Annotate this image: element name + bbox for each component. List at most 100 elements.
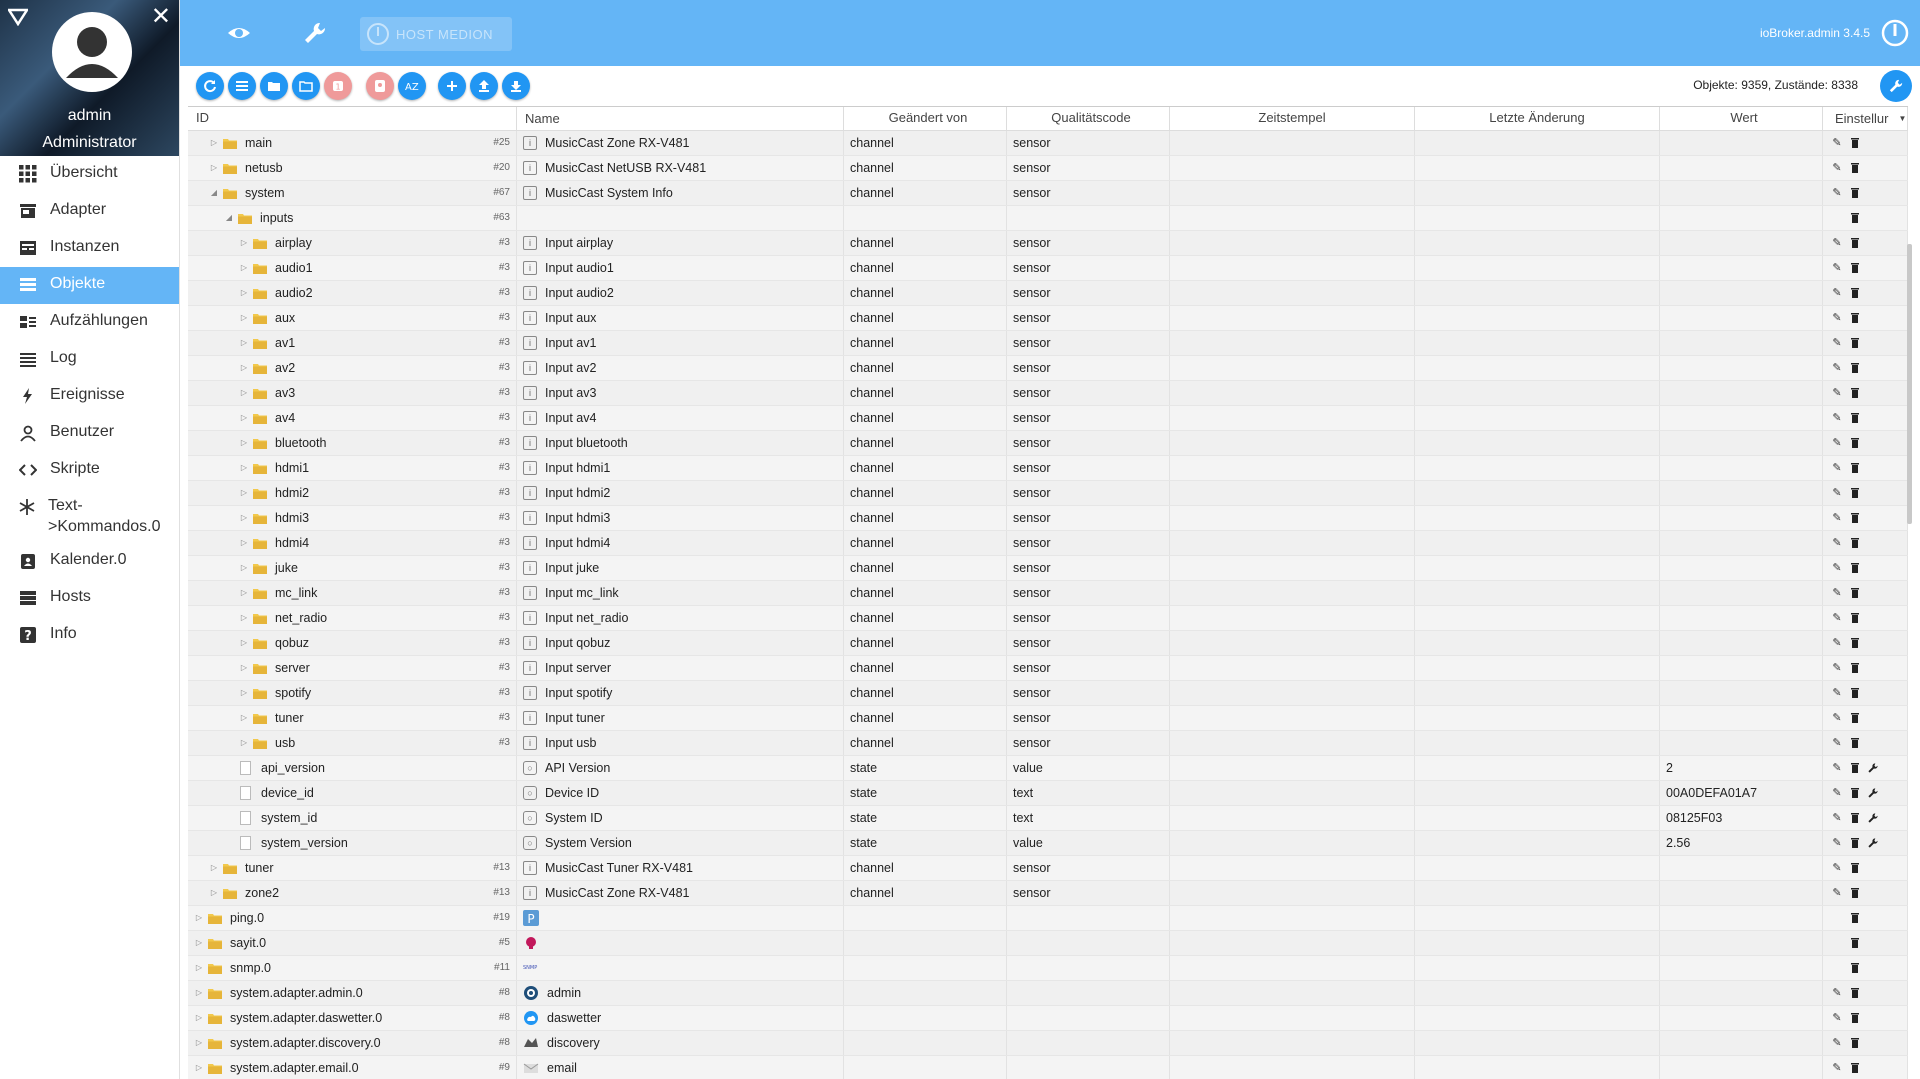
delete-icon[interactable] [1849, 912, 1861, 924]
table-row[interactable]: ▷ tuner #3 i Input tuner channel sensor ✎ [188, 706, 1908, 731]
expand-toggle-icon[interactable]: ◢ [209, 181, 219, 205]
table-row[interactable]: ▷ qobuz #3 i Input qobuz channel sensor ✎ [188, 631, 1908, 656]
expand-toggle-icon[interactable]: ▷ [194, 956, 204, 980]
scrollbar[interactable] [1907, 244, 1912, 524]
table-row[interactable]: ▷ net_radio #3 i Input net_radio channel … [188, 606, 1908, 631]
cell-value[interactable] [1660, 981, 1823, 1005]
cell-value[interactable] [1660, 606, 1823, 630]
wrench-icon[interactable] [302, 20, 328, 46]
edit-icon[interactable]: ✎ [1831, 887, 1843, 899]
delete-icon[interactable] [1849, 812, 1861, 824]
delete-icon[interactable] [1849, 262, 1861, 274]
sidebar-item-kalender-0[interactable]: Kalender.0 [0, 543, 179, 580]
column-header-changed-by[interactable]: Geändert von [844, 107, 1007, 130]
delete-icon[interactable] [1849, 512, 1861, 524]
delete-icon[interactable] [1849, 162, 1861, 174]
table-row[interactable]: api_version ○ API Version state value 2 ✎ [188, 756, 1908, 781]
delete-icon[interactable] [1849, 712, 1861, 724]
cell-value[interactable] [1660, 306, 1823, 330]
cell-value[interactable]: 00A0DEFA01A7 [1660, 781, 1823, 805]
expand-toggle-icon[interactable]: ▷ [239, 281, 249, 305]
expand-toggle-icon[interactable]: ▷ [194, 981, 204, 1005]
edit-icon[interactable]: ✎ [1831, 362, 1843, 374]
table-row[interactable]: device_id ○ Device ID state text 00A0DEFA… [188, 781, 1908, 806]
cell-value[interactable]: 2.56 [1660, 831, 1823, 855]
table-row[interactable]: ▷ system.adapter.discovery.0 #8 discover… [188, 1031, 1908, 1056]
table-row[interactable]: ◢ system #67 i MusicCast System Info chan… [188, 181, 1908, 206]
table-row[interactable]: ▷ audio2 #3 i Input audio2 channel sensor… [188, 281, 1908, 306]
cell-value[interactable] [1660, 206, 1823, 230]
expand-toggle-icon[interactable]: ▷ [239, 356, 249, 380]
column-header-settings[interactable]: Einstellur ▼ [1823, 107, 1908, 130]
sidebar-item-info[interactable]: ? Info [0, 617, 179, 654]
delete-icon[interactable] [1849, 887, 1861, 899]
close-sidebar-icon[interactable]: ✕ [151, 4, 171, 28]
cell-value[interactable] [1660, 556, 1823, 580]
cell-value[interactable] [1660, 956, 1823, 980]
cell-value[interactable] [1660, 881, 1823, 905]
cell-value[interactable] [1660, 231, 1823, 255]
table-row[interactable]: ▷ system.adapter.daswetter.0 #8 daswette… [188, 1006, 1908, 1031]
sidebar-item-hosts[interactable]: Hosts [0, 580, 179, 617]
cell-value[interactable] [1660, 481, 1823, 505]
wrench-icon[interactable] [1867, 787, 1879, 799]
cell-value[interactable] [1660, 456, 1823, 480]
cell-value[interactable] [1660, 181, 1823, 205]
upload-button[interactable] [470, 72, 498, 100]
expand-toggle-icon[interactable]: ▷ [239, 656, 249, 680]
edit-icon[interactable]: ✎ [1831, 787, 1843, 799]
cell-value[interactable] [1660, 706, 1823, 730]
delete-icon[interactable] [1849, 937, 1861, 949]
edit-icon[interactable]: ✎ [1831, 587, 1843, 599]
cell-value[interactable] [1660, 531, 1823, 555]
cell-value[interactable] [1660, 131, 1823, 155]
cell-value[interactable] [1660, 631, 1823, 655]
table-row[interactable]: ▷ tuner #13 i MusicCast Tuner RX-V481 cha… [188, 856, 1908, 881]
edit-icon[interactable]: ✎ [1831, 337, 1843, 349]
cell-value[interactable] [1660, 656, 1823, 680]
cell-value[interactable]: 08125F03 [1660, 806, 1823, 830]
sidebar-item-benutzer[interactable]: Benutzer [0, 415, 179, 452]
table-row[interactable]: ▷ system.adapter.admin.0 #8 admin ✎ [188, 981, 1908, 1006]
edit-icon[interactable]: ✎ [1831, 512, 1843, 524]
table-row[interactable]: ▷ system.adapter.email.0 #9 email ✎ [188, 1056, 1908, 1079]
expand-toggle-icon[interactable]: ▷ [239, 631, 249, 655]
delete-icon[interactable] [1849, 312, 1861, 324]
edit-icon[interactable]: ✎ [1831, 837, 1843, 849]
expand-toggle-icon[interactable]: ▷ [209, 131, 219, 155]
wrench-icon[interactable] [1867, 837, 1879, 849]
table-row[interactable]: ▷ av1 #3 i Input av1 channel sensor ✎ [188, 331, 1908, 356]
cell-value[interactable] [1660, 1031, 1823, 1055]
delete-icon[interactable] [1849, 462, 1861, 474]
expand-toggle-icon[interactable]: ▷ [194, 1031, 204, 1055]
column-header-id[interactable]: ID [188, 107, 517, 130]
sidebar-item-übersicht[interactable]: Übersicht [0, 156, 179, 193]
delete-icon[interactable] [1849, 962, 1861, 974]
expand-toggle-icon[interactable]: ▷ [239, 706, 249, 730]
edit-icon[interactable]: ✎ [1831, 762, 1843, 774]
delete-icon[interactable] [1849, 562, 1861, 574]
edit-icon[interactable]: ✎ [1831, 187, 1843, 199]
cell-value[interactable] [1660, 731, 1823, 755]
expand-toggle-icon[interactable]: ▷ [239, 506, 249, 530]
table-row[interactable]: ▷ av4 #3 i Input av4 channel sensor ✎ [188, 406, 1908, 431]
sidebar-item-instanzen[interactable]: Instanzen [0, 230, 179, 267]
table-row[interactable]: ▷ server #3 i Input server channel sensor… [188, 656, 1908, 681]
table-row[interactable]: ▷ hdmi2 #3 i Input hdmi2 channel sensor ✎ [188, 481, 1908, 506]
delete-icon[interactable] [1849, 1012, 1861, 1024]
column-header-quality[interactable]: Qualitätscode [1007, 107, 1170, 130]
expand-toggle-icon[interactable]: ▷ [194, 931, 204, 955]
table-row[interactable]: ▷ hdmi4 #3 i Input hdmi4 channel sensor ✎ [188, 531, 1908, 556]
table-row[interactable]: ◢ inputs #63 [188, 206, 1908, 231]
cell-value[interactable] [1660, 281, 1823, 305]
table-row[interactable]: ▷ audio1 #3 i Input audio1 channel sensor… [188, 256, 1908, 281]
cell-value[interactable] [1660, 506, 1823, 530]
delete-icon[interactable] [1849, 212, 1861, 224]
expand-toggle-icon[interactable]: ▷ [239, 381, 249, 405]
delete-icon[interactable] [1849, 487, 1861, 499]
table-row[interactable]: ▷ netusb #20 i MusicCast NetUSB RX-V481 c… [188, 156, 1908, 181]
delete-icon[interactable] [1849, 612, 1861, 624]
delete-icon[interactable] [1849, 1062, 1861, 1074]
table-row[interactable]: ▷ hdmi3 #3 i Input hdmi3 channel sensor ✎ [188, 506, 1908, 531]
iobroker-logo-icon[interactable] [8, 8, 28, 26]
